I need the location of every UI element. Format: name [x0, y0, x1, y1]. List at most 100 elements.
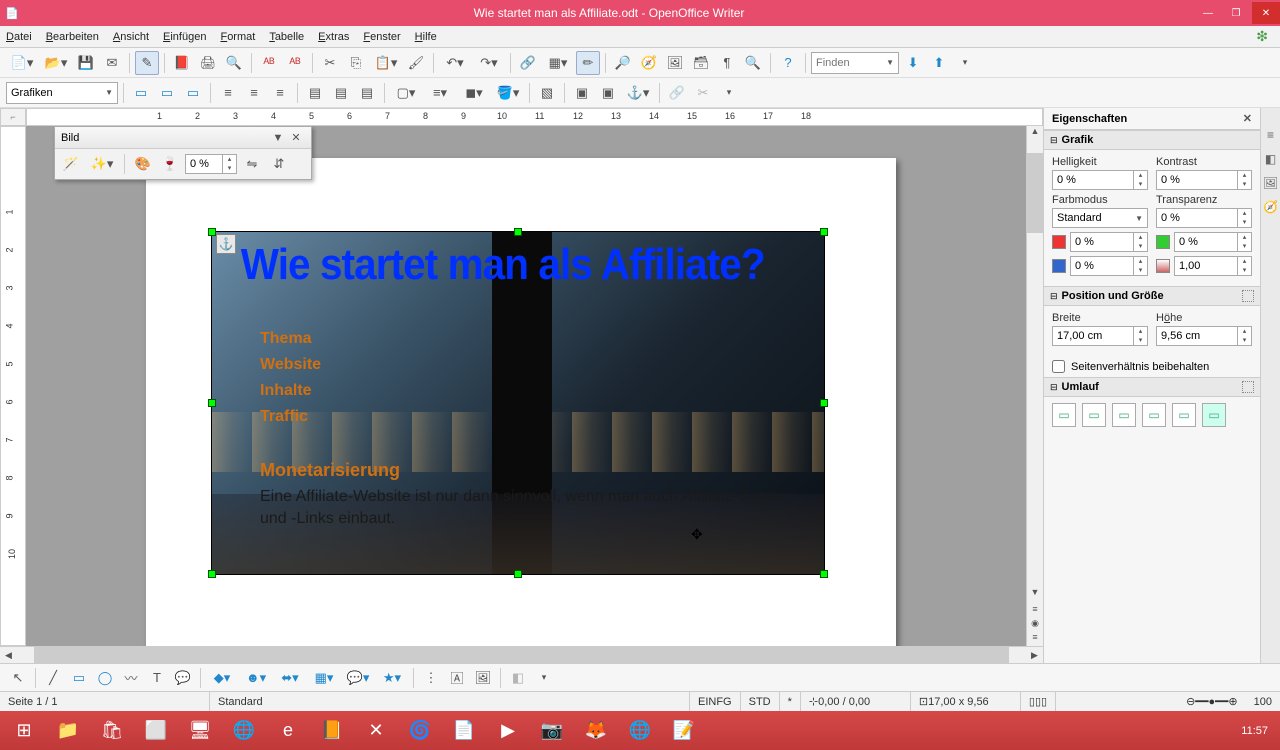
style-combo[interactable]: Grafiken ▼ — [6, 82, 118, 104]
flip-h-button[interactable]: ⇋ — [240, 152, 264, 176]
flowchart-tool[interactable]: ▦▾ — [308, 666, 340, 690]
menu-edit[interactable]: Bearbeiten — [46, 31, 99, 43]
bgcolor-button[interactable]: 🪣▾ — [492, 81, 524, 105]
select-tool[interactable]: ↖ — [6, 666, 30, 690]
bottom-button[interactable]: ▤ — [355, 81, 379, 105]
app-icon[interactable]: 📷 — [531, 714, 573, 747]
menu-format[interactable]: Format — [220, 31, 255, 43]
red-spinner[interactable]: ▴▾ — [1070, 232, 1148, 252]
gamma-spinner[interactable]: ▴▾ — [1174, 256, 1252, 276]
color-button[interactable]: 🎨 — [131, 152, 155, 176]
app-icon[interactable]: 📄 — [443, 714, 485, 747]
basic-shapes-tool[interactable]: ◆▾ — [206, 666, 238, 690]
save-button[interactable]: 💾 — [74, 51, 98, 75]
bring-front-button[interactable]: ▣ — [570, 81, 594, 105]
nav-button[interactable]: ◉ — [1027, 618, 1043, 632]
wrap-parallel-button[interactable]: ▭ — [1142, 403, 1166, 427]
zoom-slider[interactable]: ⊖━━●━━⊕ — [1178, 692, 1246, 711]
app-icon[interactable]: ⬜ — [135, 714, 177, 747]
app-icon[interactable]: ✕ — [355, 714, 397, 747]
keep-ratio-checkbox[interactable]: Seitenverhältnis beibehalten — [1044, 356, 1260, 377]
autospell-button[interactable]: ᴬᴮ — [283, 51, 307, 75]
explorer-icon[interactable]: 📁 — [47, 714, 89, 747]
hyperlink-button[interactable]: 🔗 — [516, 51, 540, 75]
clone-format-button[interactable]: 🖌 — [404, 51, 428, 75]
show-draw-button[interactable]: ✏ — [576, 51, 600, 75]
callouts-tool[interactable]: 💬▾ — [342, 666, 374, 690]
text-tool[interactable]: T — [145, 666, 169, 690]
print-button[interactable]: 🖨 — [196, 51, 220, 75]
status-insert[interactable]: EINFG — [690, 692, 741, 711]
help-button[interactable]: ? — [776, 51, 800, 75]
app-icon[interactable]: 🌐 — [223, 714, 265, 747]
wrap-through-button[interactable]: ▭ — [1172, 403, 1196, 427]
horizontal-ruler[interactable]: 123456789101112131415161718 — [26, 108, 1043, 126]
wrap-more[interactable] — [1242, 381, 1254, 393]
resize-handle[interactable] — [514, 570, 522, 578]
app-icon[interactable]: 🌀 — [399, 714, 441, 747]
zoom-value[interactable]: 100 — [1246, 692, 1280, 711]
link-frame-button[interactable]: 🔗 — [665, 81, 689, 105]
menu-insert[interactable]: Einfügen — [163, 31, 206, 43]
tab-navigator[interactable]: 🧭 — [1262, 200, 1280, 218]
spell-button[interactable]: ᴬᴮ — [257, 51, 281, 75]
arrows-tool[interactable]: ⬌▾ — [274, 666, 306, 690]
undo-button[interactable]: ↶▾ — [439, 51, 471, 75]
unlink-frame-button[interactable]: ✂ — [691, 81, 715, 105]
anchor-icon[interactable]: ⚓ — [216, 234, 236, 254]
fontwork-tool[interactable]: 🄰 — [445, 666, 469, 690]
cut-button[interactable]: ✂ — [318, 51, 342, 75]
resize-handle[interactable] — [208, 399, 216, 407]
next-page-button[interactable]: ≡ — [1027, 632, 1043, 646]
line-tool[interactable]: ╱ — [41, 666, 65, 690]
menu-extras[interactable]: Extras — [318, 31, 349, 43]
callout-tool[interactable]: 💬 — [171, 666, 195, 690]
new-doc-button[interactable]: 📄▾ — [6, 51, 38, 75]
menu-window[interactable]: Fenster — [363, 31, 400, 43]
edit-mode-button[interactable]: ✎ — [135, 51, 159, 75]
store-icon[interactable]: 🛍 — [91, 714, 133, 747]
help-icon[interactable]: ❇ — [1256, 28, 1268, 45]
resize-handle[interactable] — [208, 570, 216, 578]
resize-handle[interactable] — [820, 399, 828, 407]
filter-button[interactable]: 🪄 — [59, 152, 83, 176]
wrap-off-button[interactable]: ▭ — [129, 81, 153, 105]
status-sel[interactable]: STD — [741, 692, 780, 711]
view-layout[interactable]: ▯▯▯ — [1021, 692, 1056, 711]
tab-styles[interactable]: ◧ — [1262, 152, 1280, 170]
datasource-button[interactable]: 🗃 — [689, 51, 713, 75]
image-toolbar[interactable]: Bild ▼ ✕ 🪄 ✨▾ 🎨 🍷 ▴▾ ⇋ ⇵ — [54, 126, 312, 180]
top-button[interactable]: ▤ — [303, 81, 327, 105]
find-button[interactable]: 🔎 — [611, 51, 635, 75]
image-toolbar-menu[interactable]: ▼ — [269, 132, 287, 144]
ie-icon[interactable]: e — [267, 714, 309, 747]
wrap-before-button[interactable]: ▭ — [1082, 403, 1106, 427]
start-button[interactable]: ⊞ — [3, 714, 45, 747]
paste-button[interactable]: 📋▾ — [370, 51, 402, 75]
find-input[interactable] — [816, 57, 876, 69]
wrap-after-button[interactable]: ▭ — [1112, 403, 1136, 427]
selected-image[interactable]: Wie startet man als Affiliate? Thema Web… — [211, 231, 825, 575]
wrap-none-button[interactable]: ▭ — [1052, 403, 1076, 427]
contrast-spinner[interactable]: ▴▾ — [1156, 170, 1252, 190]
menu-help[interactable]: Hilfe — [415, 31, 437, 43]
find-next-button[interactable]: ⬇ — [901, 51, 925, 75]
colormode-combo[interactable]: Standard▼ — [1052, 208, 1148, 228]
middle-button[interactable]: ▤ — [329, 81, 353, 105]
toolbar2-overflow[interactable]: ▾ — [717, 81, 741, 105]
green-spinner[interactable]: ▴▾ — [1174, 232, 1252, 252]
align-left-button[interactable]: ≡ — [216, 81, 240, 105]
status-style[interactable]: Standard — [210, 692, 690, 711]
align-right-button[interactable]: ≡ — [268, 81, 292, 105]
app-icon[interactable]: 🦊 — [575, 714, 617, 747]
close-button[interactable]: ✕ — [1252, 2, 1280, 24]
ellipse-tool[interactable]: ◯ — [93, 666, 117, 690]
menu-view[interactable]: Ansicht — [113, 31, 149, 43]
tab-properties[interactable]: ≡ — [1262, 128, 1280, 146]
redo-button[interactable]: ↷▾ — [473, 51, 505, 75]
border-button[interactable]: ▢▾ — [390, 81, 422, 105]
brightness-spinner[interactable]: ▴▾ — [1052, 170, 1148, 190]
app-icon[interactable]: 🌐 — [619, 714, 661, 747]
freeform-tool[interactable]: 〰 — [119, 666, 143, 690]
preview-button[interactable]: 🔍 — [222, 51, 246, 75]
